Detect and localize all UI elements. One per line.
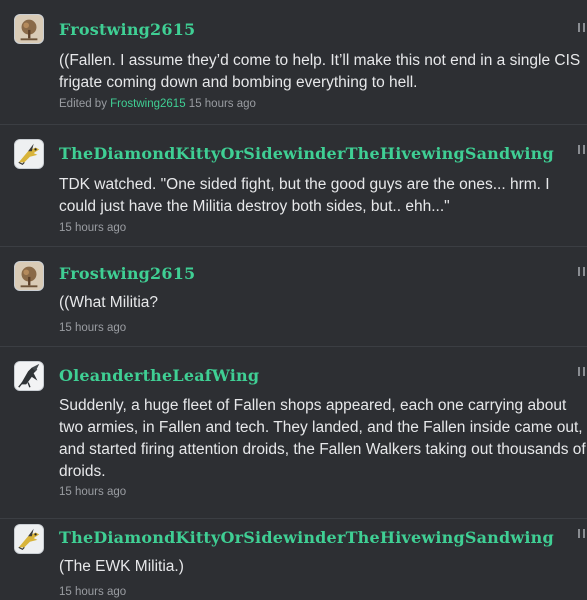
username-link[interactable]: TheDiamondKittyOrSidewinderTheHivewingSa… [59, 144, 554, 163]
post-body-line: frigate coming down and bombing everythi… [59, 74, 418, 91]
post-meta: Edited by Frostwing2615 15 hours ago [59, 98, 256, 110]
tree-avatar-icon[interactable] [14, 261, 44, 291]
dragon-avatar-icon[interactable] [14, 139, 44, 169]
post-meta: 15 hours ago [59, 586, 126, 598]
post-body-line: two armies, in Fallen and tech. They lan… [59, 419, 583, 436]
post-meta: 15 hours ago [59, 322, 126, 334]
post-body: ((What Militia? [59, 292, 587, 314]
leafwing-avatar-icon[interactable] [14, 361, 44, 391]
post-body-line: ((What Militia? [59, 294, 159, 311]
comment-thread: Frostwing2615 ((Fallen. I assume they’d … [0, 0, 587, 600]
dragon-avatar-icon[interactable] [14, 524, 44, 554]
comment-post: TheDiamondKittyOrSidewinderTheHivewingSa… [0, 518, 587, 600]
post-body-line: ((Fallen. I assume they’d come to help. … [59, 52, 581, 69]
comment-post: TheDiamondKittyOrSidewinderTheHivewingSa… [0, 124, 587, 246]
post-body: Suddenly, a huge fleet of Fallen shops a… [59, 395, 587, 483]
post-body-line: and started firing attention droids, the… [59, 441, 586, 458]
timestamp: 15 hours ago [59, 322, 127, 334]
post-menu-icon[interactable] [578, 23, 587, 33]
post-body: TDK watched. "One sided fight, but the g… [59, 174, 587, 218]
timestamp: 15 hours ago [59, 222, 127, 234]
edited-by-user-link[interactable]: Frostwing2615 [110, 98, 185, 110]
post-menu-icon[interactable] [578, 529, 587, 539]
username-link[interactable]: OleandertheLeafWing [59, 366, 259, 385]
post-body-line: could just have the Militia destroy both… [59, 198, 450, 215]
post-meta: 15 hours ago [59, 222, 126, 234]
post-body-line: TDK watched. "One sided fight, but the g… [59, 176, 550, 193]
post-body-line: droids. [59, 463, 106, 480]
edited-by-label: Edited by [59, 98, 107, 110]
post-body-line: (The EWK Militia.) [59, 558, 184, 575]
timestamp: 15 hours ago [59, 486, 127, 498]
tree-avatar-icon[interactable] [14, 14, 44, 44]
post-body: (The EWK Militia.) [59, 556, 587, 578]
timestamp: 15 hours ago [188, 98, 256, 110]
comment-post: Frostwing2615 ((What Militia? 15 hours a… [0, 246, 587, 346]
post-body: ((Fallen. I assume they’d come to help. … [59, 50, 587, 94]
post-menu-icon[interactable] [578, 367, 587, 377]
comment-post: OleandertheLeafWing Suddenly, a huge fle… [0, 346, 587, 518]
username-link[interactable]: Frostwing2615 [59, 264, 195, 283]
post-meta: 15 hours ago [59, 486, 126, 498]
post-body-line: Suddenly, a huge fleet of Fallen shops a… [59, 397, 567, 414]
username-link[interactable]: TheDiamondKittyOrSidewinderTheHivewingSa… [59, 528, 554, 547]
username-link[interactable]: Frostwing2615 [59, 20, 195, 39]
post-menu-icon[interactable] [578, 145, 587, 155]
timestamp: 15 hours ago [59, 586, 127, 598]
post-menu-icon[interactable] [578, 267, 587, 277]
comment-post: Frostwing2615 ((Fallen. I assume they’d … [0, 0, 587, 124]
